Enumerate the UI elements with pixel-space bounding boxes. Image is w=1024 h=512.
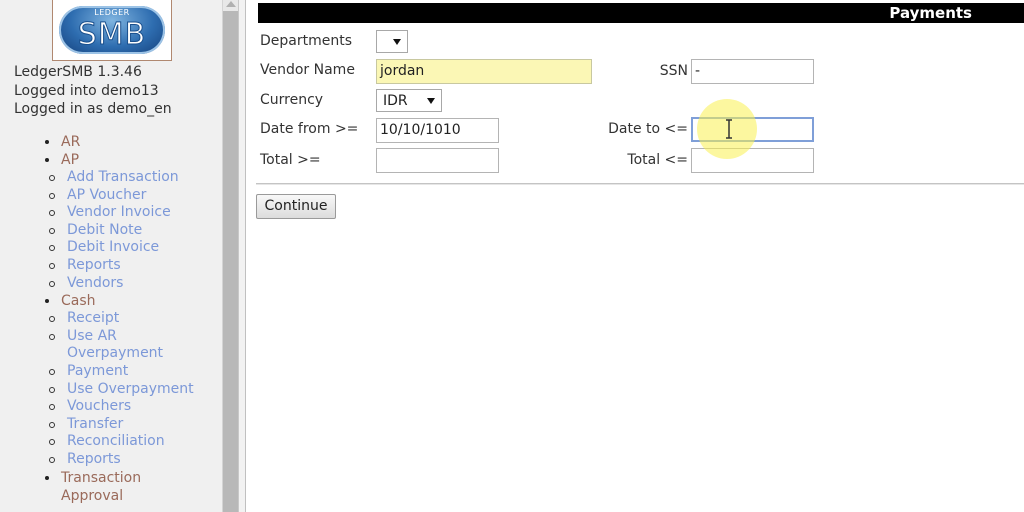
menu-link-label: Use Overpayment [67,380,194,397]
menu-item-use-overpayment[interactable]: Use Overpayment [0,381,222,399]
menu-item-ap-voucher[interactable]: AP Voucher [0,187,222,205]
menu-item-transfer[interactable]: Transfer [0,416,222,434]
circle-bullet-icon [49,192,55,199]
menu-item-reconciliation[interactable]: Reconciliation [0,433,222,451]
bullet-icon [45,299,49,304]
menu-label: AP [61,152,80,168]
circle-bullet-icon [49,404,55,411]
menu-item-ap[interactable]: AP [0,151,222,169]
circle-bullet-icon [49,386,55,393]
menu-label: AR [61,134,81,150]
version-text: LedgerSMB 1.3.46 [14,64,142,80]
departments-label: Departments [260,33,353,49]
form-divider [256,183,1024,185]
departments-select[interactable] [376,30,408,53]
user-text: Logged in as demo_en [14,101,172,117]
currency-value: IDR [383,93,408,109]
main-content: Payments Departments Vendor Name jordan … [246,0,1024,512]
circle-bullet-icon [49,456,55,463]
menu-link-label: Payment [67,362,129,379]
menu-item-cash[interactable]: Cash [0,292,222,310]
menu-link-label: Reports [67,256,121,273]
menu-item-receipt[interactable]: Receipt [0,310,222,328]
logo-badge: LEDGER SMB [59,6,165,54]
menu-item-vendors[interactable]: Vendors [0,275,222,293]
currency-label: Currency [260,92,324,108]
date-from-input[interactable]: 10/10/1010 [376,118,499,143]
logo-top-text: LEDGER [94,8,130,17]
frame-divider[interactable] [238,0,246,512]
circle-bullet-icon [49,227,55,234]
menu-item-ar[interactable]: AR [0,133,222,151]
circle-bullet-icon [49,245,55,252]
menu-item-use-ar-overpayment[interactable]: Use AR Overpayment [0,328,170,363]
menu-link-label: Transfer [67,415,124,432]
date-from-label: Date from >= [260,121,359,137]
currency-select[interactable]: IDR [376,89,442,112]
circle-bullet-icon [49,421,55,428]
total-max-label: Total <= [627,152,688,168]
dropdown-arrow-icon [427,98,435,104]
bullet-icon [45,475,49,480]
circle-bullet-icon [49,175,55,181]
ssn-input[interactable]: - [691,59,814,84]
menu-link-label: Vendor Invoice [67,204,171,221]
ssn-label: SSN [659,63,688,79]
menu-link-label: Debit Invoice [67,239,160,256]
page-title: Payments [258,3,1024,23]
bullet-icon [45,158,49,162]
session-info: LedgerSMB 1.3.46 Logged into demo13 Logg… [14,63,172,119]
menu-item-vouchers[interactable]: Vouchers [0,398,222,416]
sidebar-scrollbar[interactable] [222,0,238,512]
menu-item-debit-invoice[interactable]: Debit Invoice [0,239,222,257]
circle-bullet-icon [49,368,55,375]
continue-button[interactable]: Continue [256,194,336,219]
menu-link-label: Add Transaction [67,169,179,185]
menu-link-label: Use AR Overpayment [67,327,164,362]
menu-link-label: Receipt [67,310,120,327]
scroll-up-arrow-icon[interactable] [226,1,236,7]
scrollbar-thumb[interactable] [223,11,238,512]
ledgersmb-logo: LEDGER SMB [52,0,172,61]
menu-item-debit-note[interactable]: Debit Note [0,222,222,240]
menu-label: Cash [61,293,96,310]
menu-item-transaction-approval[interactable]: Transaction Approval [0,469,170,505]
menu-link-label: AP Voucher [67,186,147,203]
circle-bullet-icon [49,280,55,287]
circle-bullet-icon [49,262,55,269]
logo-main-text: SMB [77,16,147,52]
bullet-icon [45,140,49,144]
menu-item-add-transaction[interactable]: Add Transaction [0,169,222,187]
menu-link-label: Vouchers [67,398,132,415]
menu-item-vendor-invoice[interactable]: Vendor Invoice [0,204,222,222]
circle-bullet-icon [49,333,55,340]
total-min-input[interactable] [376,148,499,173]
vendor-name-label: Vendor Name [260,62,355,78]
menu-link-label: Debit Note [67,221,143,238]
menu-link-label: Reports [67,450,121,467]
menu-link-label: Vendors [67,274,124,291]
date-to-label: Date to <= [608,121,688,137]
menu-item-payment[interactable]: Payment [0,363,222,381]
circle-bullet-icon [49,439,55,446]
dropdown-arrow-icon [393,39,401,45]
total-max-input[interactable] [691,148,814,173]
main-menu: AR AP Add Transaction AP Voucher Vendor … [0,133,222,505]
date-to-input[interactable] [691,117,814,142]
database-text: Logged into demo13 [14,82,159,99]
navigation-frame: LEDGER SMB LedgerSMB 1.3.46 Logged into … [0,0,222,512]
menu-label: Transaction Approval [61,469,142,504]
circle-bullet-icon [49,210,55,217]
total-min-label: Total >= [260,152,321,168]
menu-item-ap-reports[interactable]: Reports [0,257,222,275]
circle-bullet-icon [49,316,55,323]
menu-link-label: Reconciliation [67,433,165,450]
vendor-name-input[interactable]: jordan [376,59,592,84]
menu-item-cash-reports[interactable]: Reports [0,451,222,469]
